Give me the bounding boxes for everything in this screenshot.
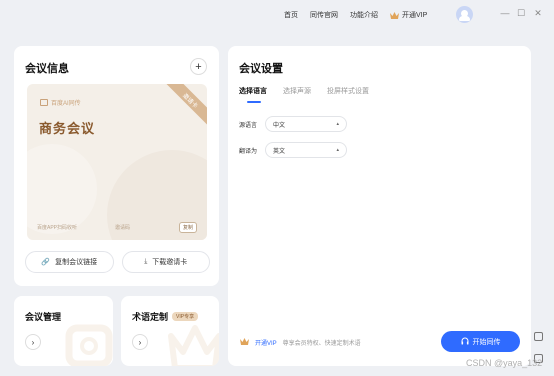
avatar[interactable] bbox=[456, 6, 473, 23]
start-interpretation-label: 开始同传 bbox=[472, 338, 501, 346]
tab-display-style[interactable]: 投屏样式设置 bbox=[327, 86, 369, 101]
source-language-label: 源语言 bbox=[239, 122, 258, 129]
start-interpretation-button[interactable]: 开始同传 bbox=[441, 331, 520, 352]
invite-actions: 🔗 复制会议链接 ⤓ 下载邀请卡 bbox=[25, 251, 210, 273]
tab-select-audio-source[interactable]: 选择声源 bbox=[283, 86, 311, 101]
watermark: CSDN @yaya_132 bbox=[466, 358, 543, 368]
minimize-icon[interactable]: — bbox=[498, 6, 512, 20]
chevron-right-icon[interactable]: › bbox=[25, 334, 41, 350]
source-language-value: 中文 bbox=[273, 122, 286, 129]
target-language-value: 英文 bbox=[273, 148, 286, 155]
invite-card: 百度AI同传 商务会议 邀请卡 百度APP扫码收听 邀请码 复制 bbox=[27, 84, 207, 240]
copy-code-button[interactable]: 复制 bbox=[179, 222, 198, 233]
target-language-select[interactable]: 英文 ▴ bbox=[265, 142, 347, 158]
crown-icon bbox=[390, 11, 399, 19]
caret-up-icon: ▴ bbox=[336, 121, 339, 127]
vip-promo: 开通VIP 尊享会员特权、快速定制术语 bbox=[240, 338, 361, 347]
meeting-manage-card[interactable]: 会议管理 › bbox=[14, 296, 113, 366]
manage-decoration-icon bbox=[65, 324, 113, 366]
scan-hint: 百度APP扫码收听 bbox=[37, 225, 78, 231]
nav-home[interactable]: 首页 bbox=[284, 10, 298, 20]
copy-link-button[interactable]: 🔗 复制会议链接 bbox=[25, 251, 114, 273]
invite-code-label: 邀请码 bbox=[115, 225, 131, 231]
brand-logo: 百度AI同传 bbox=[40, 98, 81, 107]
maximize-icon[interactable]: ☐ bbox=[514, 6, 528, 20]
target-language-row: 翻译为 英文 ▴ bbox=[239, 142, 347, 158]
source-language-row: 源语言 中文 ▴ bbox=[239, 116, 347, 132]
brand-icon bbox=[40, 99, 48, 106]
top-nav: 首页 同传官网 功能介绍 开通VIP bbox=[284, 0, 427, 30]
source-language-select[interactable]: 中文 ▴ bbox=[265, 116, 347, 132]
open-vip-link[interactable]: 开通VIP bbox=[255, 338, 277, 347]
meeting-info-card: 会议信息 + 百度AI同传 商务会议 邀请卡 百度APP扫码收听 邀请码 复制 … bbox=[14, 46, 219, 286]
meeting-manage-title: 会议管理 bbox=[25, 312, 62, 322]
chevron-right-icon[interactable]: › bbox=[132, 334, 148, 350]
nav-official-site[interactable]: 同传官网 bbox=[310, 10, 338, 20]
vip-description: 尊享会员特权、快速定制术语 bbox=[282, 341, 361, 347]
caret-up-icon: ▴ bbox=[336, 147, 339, 153]
feedback-icon[interactable] bbox=[534, 332, 543, 341]
nav-open-vip[interactable]: 开通VIP bbox=[390, 10, 427, 20]
meeting-settings-panel: 会议设置 选择语言 选择声源 投屏样式设置 源语言 中文 ▴ 翻译为 英文 ▴ … bbox=[228, 46, 531, 366]
brand-name: 百度AI同传 bbox=[51, 101, 81, 107]
download-icon: ⤓ bbox=[144, 258, 148, 265]
headphones-icon bbox=[461, 337, 469, 347]
download-card-button[interactable]: ⤓ 下载邀请卡 bbox=[121, 251, 210, 273]
target-language-label: 翻译为 bbox=[239, 148, 258, 155]
crown-decoration-icon bbox=[168, 325, 219, 366]
crown-icon bbox=[240, 338, 249, 347]
invite-ribbon: 邀请卡 bbox=[164, 84, 207, 127]
meeting-settings-title: 会议设置 bbox=[239, 63, 283, 75]
copy-link-label: 复制会议链接 bbox=[55, 259, 98, 266]
nav-features[interactable]: 功能介绍 bbox=[350, 10, 378, 20]
term-custom-card[interactable]: 术语定制 VIP专享 › bbox=[121, 296, 219, 366]
add-meeting-button[interactable]: + bbox=[190, 58, 207, 75]
meeting-info-title: 会议信息 bbox=[25, 63, 69, 75]
meeting-name: 商务会议 bbox=[39, 121, 96, 136]
settings-tabs: 选择语言 选择声源 投屏样式设置 bbox=[239, 86, 369, 103]
title-bar: 首页 同传官网 功能介绍 开通VIP — ☐ ✕ bbox=[0, 0, 554, 30]
download-card-label: 下载邀请卡 bbox=[152, 259, 188, 266]
nav-open-vip-label: 开通VIP bbox=[402, 12, 428, 19]
close-icon[interactable]: ✕ bbox=[531, 6, 545, 20]
link-icon: 🔗 bbox=[41, 259, 51, 266]
tab-select-language[interactable]: 选择语言 bbox=[239, 86, 267, 103]
